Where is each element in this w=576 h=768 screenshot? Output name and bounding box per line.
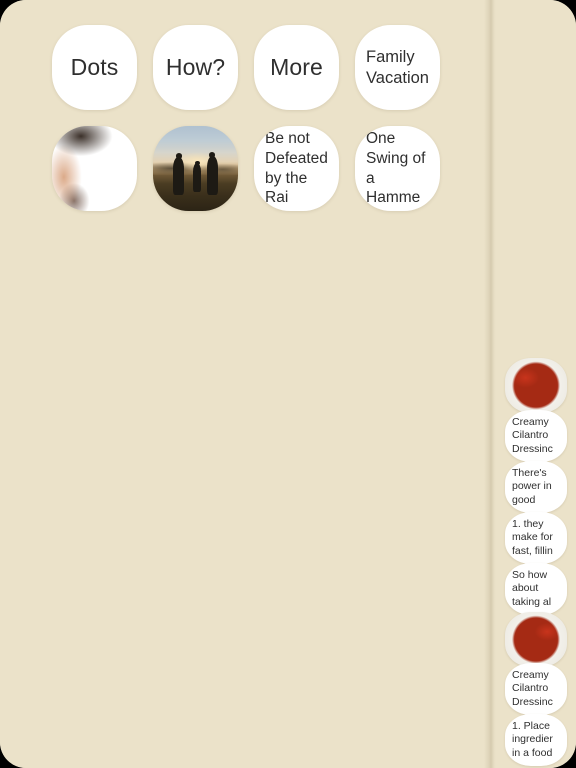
- bubble-be-not-defeated[interactable]: Be not Defeated by the Rai: [254, 126, 339, 211]
- overview-sidebar[interactable]: Creamy Cilantro Dressinc There's power i…: [496, 0, 576, 768]
- bubble-label: One Swing of a Hamme: [366, 130, 426, 207]
- bubble-dots[interactable]: Dots: [52, 25, 137, 110]
- mini-card-photo-salad[interactable]: [505, 358, 567, 413]
- app-window: Dots How? More Family Vacation Be not De…: [0, 0, 576, 768]
- mini-card-photo-salad-2[interactable]: [505, 612, 567, 667]
- bubble-label: More: [270, 53, 323, 80]
- mini-card-place-ingredients[interactable]: 1. Place ingredier in a food: [505, 714, 567, 766]
- bubble-more[interactable]: More: [254, 25, 339, 110]
- bubble-photo-hikers[interactable]: [153, 126, 238, 211]
- bubble-one-swing[interactable]: One Swing of a Hamme: [355, 126, 440, 211]
- mini-card-label: There's power in good: [512, 466, 552, 506]
- mini-card-label: Creamy Cilantro Dressinc: [512, 668, 553, 708]
- main-canvas[interactable]: Dots How? More Family Vacation Be not De…: [0, 0, 490, 768]
- bubble-label: How?: [165, 53, 226, 80]
- bubble-family-vacation[interactable]: Family Vacation: [355, 25, 440, 110]
- mini-card-label: 1. Place ingredier in a food: [512, 719, 553, 759]
- bubble-label: Be not Defeated by the Rai: [265, 130, 328, 207]
- mini-card-creamy-cilantro[interactable]: Creamy Cilantro Dressinc: [505, 410, 567, 462]
- mini-card-label: Creamy Cilantro Dressinc: [512, 415, 553, 455]
- mini-card-label: So how about taking al: [512, 568, 552, 608]
- bubble-photo-rock[interactable]: [52, 126, 137, 211]
- mini-card-so-how-about[interactable]: So how about taking al: [505, 563, 567, 615]
- mini-card-step-one[interactable]: 1. they make for fast, fillin: [505, 512, 567, 564]
- mini-card-creamy-cilantro-2[interactable]: Creamy Cilantro Dressinc: [505, 663, 567, 715]
- bubble-label: Dots: [70, 53, 119, 80]
- mini-card-label: 1. they make for fast, fillin: [512, 517, 553, 557]
- bubble-label: Family Vacation: [366, 47, 429, 87]
- mini-card-theres-power[interactable]: There's power in good: [505, 461, 567, 513]
- bubble-how[interactable]: How?: [153, 25, 238, 110]
- silhouette-figure: [173, 152, 185, 195]
- silhouette-figure: [192, 160, 202, 193]
- silhouette-figure: [206, 151, 218, 195]
